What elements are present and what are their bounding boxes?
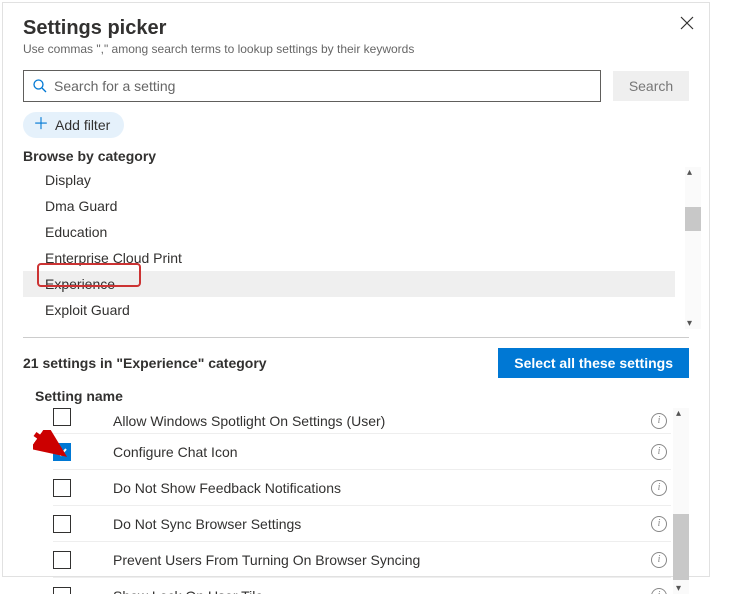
panel-title: Settings picker — [23, 17, 689, 40]
scroll-down-icon[interactable]: ▾ — [676, 583, 681, 594]
checkbox[interactable] — [53, 443, 71, 461]
scroll-up-icon[interactable]: ▴ — [687, 167, 692, 178]
add-filter-label: Add filter — [55, 117, 110, 133]
info-icon[interactable]: i — [651, 516, 667, 532]
results-count: 21 settings in "Experience" category — [23, 355, 267, 371]
info-icon[interactable]: i — [651, 588, 667, 594]
setting-row[interactable]: Configure Chat Iconi — [53, 434, 671, 470]
close-icon — [680, 16, 694, 30]
checkbox[interactable] — [53, 479, 71, 497]
category-list: DisplayDma GuardEducationEnterprise Clou… — [23, 167, 689, 329]
scroll-thumb[interactable] — [685, 207, 701, 231]
browse-by-category-label: Browse by category — [23, 148, 689, 164]
search-icon — [32, 78, 48, 94]
search-button[interactable]: Search — [613, 71, 689, 101]
category-item[interactable]: Display — [23, 167, 675, 193]
settings-picker-panel: Settings picker Use commas "," among sea… — [2, 2, 710, 577]
category-item[interactable]: Enterprise Cloud Print — [23, 245, 675, 271]
settings-list: Allow Windows Spotlight On Settings (Use… — [53, 408, 671, 594]
checkbox[interactable] — [53, 587, 71, 594]
checkbox[interactable] — [53, 551, 71, 569]
setting-row[interactable]: Prevent Users From Turning On Browser Sy… — [53, 542, 671, 578]
setting-label: Show Lock On User Tile — [83, 588, 651, 594]
checkbox[interactable] — [53, 408, 71, 426]
category-item[interactable]: Exploit Guard — [23, 297, 675, 323]
search-box[interactable] — [23, 70, 601, 102]
category-scrollbar[interactable]: ▴ ▾ — [685, 167, 701, 329]
setting-row[interactable]: Do Not Sync Browser Settingsi — [53, 506, 671, 542]
category-item[interactable]: Firewall — [23, 323, 675, 329]
column-header-setting-name: Setting name — [23, 388, 689, 404]
category-item[interactable]: Dma Guard — [23, 193, 675, 219]
settings-scrollbar[interactable]: ▴ ▾ — [673, 408, 689, 594]
category-item[interactable]: Education — [23, 219, 675, 245]
setting-row[interactable]: Do Not Show Feedback Notificationsi — [53, 470, 671, 506]
category-item[interactable]: Experience — [23, 271, 675, 297]
close-button[interactable] — [677, 13, 697, 33]
divider — [23, 337, 689, 338]
checkbox[interactable] — [53, 515, 71, 533]
scroll-thumb[interactable] — [673, 514, 689, 580]
setting-label: Do Not Show Feedback Notifications — [83, 480, 651, 496]
search-input[interactable] — [54, 78, 592, 94]
setting-label: Allow Windows Spotlight On Settings (Use… — [83, 413, 651, 429]
info-icon[interactable]: i — [651, 413, 667, 429]
panel-subtitle: Use commas "," among search terms to loo… — [23, 42, 689, 56]
setting-row[interactable]: Show Lock On User Tilei — [53, 578, 671, 594]
info-icon[interactable]: i — [651, 480, 667, 496]
setting-label: Configure Chat Icon — [83, 444, 651, 460]
plus-icon: ＋ — [33, 117, 49, 133]
info-icon[interactable]: i — [651, 444, 667, 460]
add-filter-button[interactable]: ＋ Add filter — [23, 112, 124, 138]
info-icon[interactable]: i — [651, 552, 667, 568]
select-all-button[interactable]: Select all these settings — [498, 348, 689, 378]
scroll-up-icon[interactable]: ▴ — [676, 408, 681, 419]
setting-label: Do Not Sync Browser Settings — [83, 516, 651, 532]
scroll-down-icon[interactable]: ▾ — [687, 318, 692, 329]
setting-label: Prevent Users From Turning On Browser Sy… — [83, 552, 651, 568]
setting-row[interactable]: Allow Windows Spotlight On Settings (Use… — [53, 408, 671, 434]
